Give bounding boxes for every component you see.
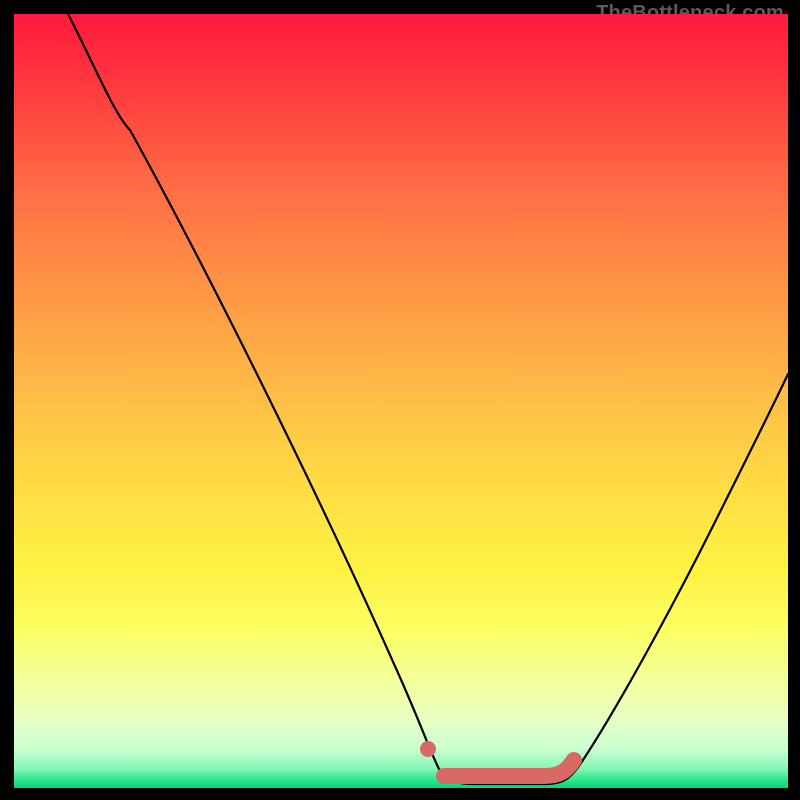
gradient-plot-area: [14, 14, 788, 788]
curve-svg: [14, 14, 788, 788]
optimal-start-dot: [420, 741, 436, 757]
optimal-range-highlight: [444, 760, 574, 776]
bottleneck-curve: [68, 14, 788, 784]
chart-container: TheBottleneck.com: [0, 0, 800, 800]
